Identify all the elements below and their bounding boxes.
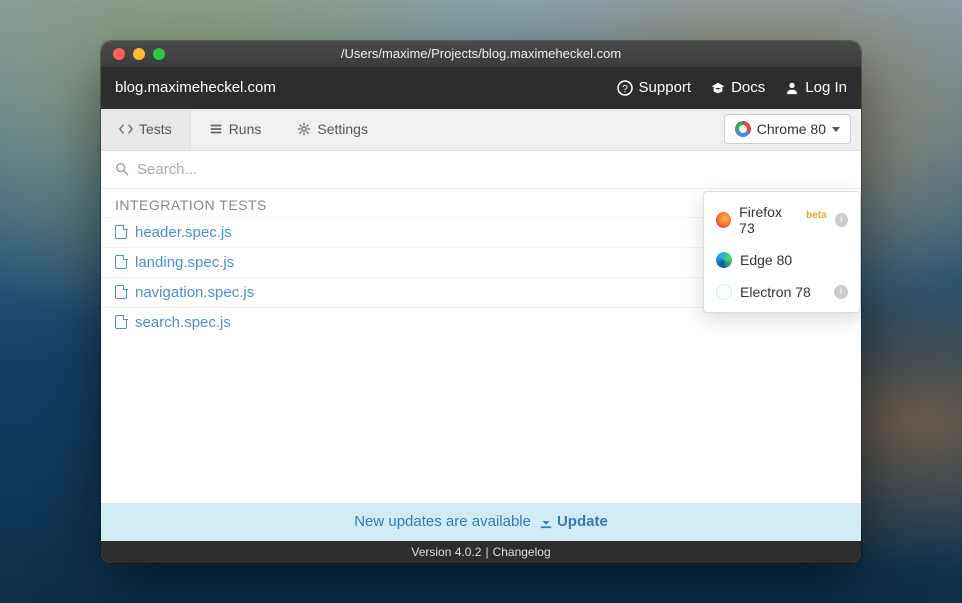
dropdown-item-edge[interactable]: Edge 80 [704,244,860,276]
tab-runs[interactable]: Runs [191,109,280,150]
tab-settings[interactable]: Settings [279,109,386,150]
tabs-bar: Tests Runs Settings Chrome 80 [101,109,861,151]
maximize-window-icon[interactable] [153,48,165,60]
dropdown-item-firefox[interactable]: Firefox 73 beta i [704,196,860,244]
edge-icon [716,252,732,268]
search-input[interactable] [137,161,847,178]
version-label: Version 4.0.2 [411,545,481,559]
app-header: blog.maximeheckel.com ? Support Docs Log… [101,67,861,109]
file-icon [115,225,127,239]
user-icon [785,81,799,95]
browser-selector-button[interactable]: Chrome 80 [724,114,851,144]
browser-dropdown: Firefox 73 beta i Edge 80 Electron 78 i [703,191,861,313]
project-name: blog.maximeheckel.com [115,79,597,96]
search-bar [101,151,861,189]
footer-bar: Version 4.0.2 | Changelog [101,541,861,563]
update-banner: New updates are available Update [101,503,861,541]
dropdown-item-electron[interactable]: Electron 78 i [704,276,860,308]
close-window-icon[interactable] [113,48,125,60]
minimize-window-icon[interactable] [133,48,145,60]
firefox-icon [716,212,731,228]
support-link[interactable]: ? Support [617,79,692,96]
update-message: New updates are available [354,513,531,530]
graduation-cap-icon [711,81,725,95]
beta-badge: beta [806,210,827,221]
electron-icon [716,284,732,300]
chrome-icon [735,121,751,137]
update-button[interactable]: Update [539,513,608,530]
file-icon [115,255,127,269]
changelog-link[interactable]: Changelog [493,545,551,559]
window-controls [101,48,165,60]
stack-icon [209,122,223,136]
info-icon[interactable]: i [835,213,848,227]
window-title: /Users/maxime/Projects/blog.maximeheckel… [101,46,861,61]
tab-tests[interactable]: Tests [101,109,191,150]
code-icon [119,122,133,136]
question-circle-icon: ? [617,80,633,96]
info-icon[interactable]: i [834,285,848,299]
search-icon [115,162,129,176]
gear-icon [297,122,311,136]
app-window: /Users/maxime/Projects/blog.maximeheckel… [101,41,861,563]
download-icon [539,515,553,529]
titlebar: /Users/maxime/Projects/blog.maximeheckel… [101,41,861,67]
content-area: INTEGRATION TESTS header.spec.js landing… [101,151,861,503]
login-link[interactable]: Log In [785,79,847,96]
chevron-down-icon [832,127,840,132]
svg-text:?: ? [622,84,628,95]
file-icon [115,315,127,329]
file-icon [115,285,127,299]
docs-link[interactable]: Docs [711,79,765,96]
